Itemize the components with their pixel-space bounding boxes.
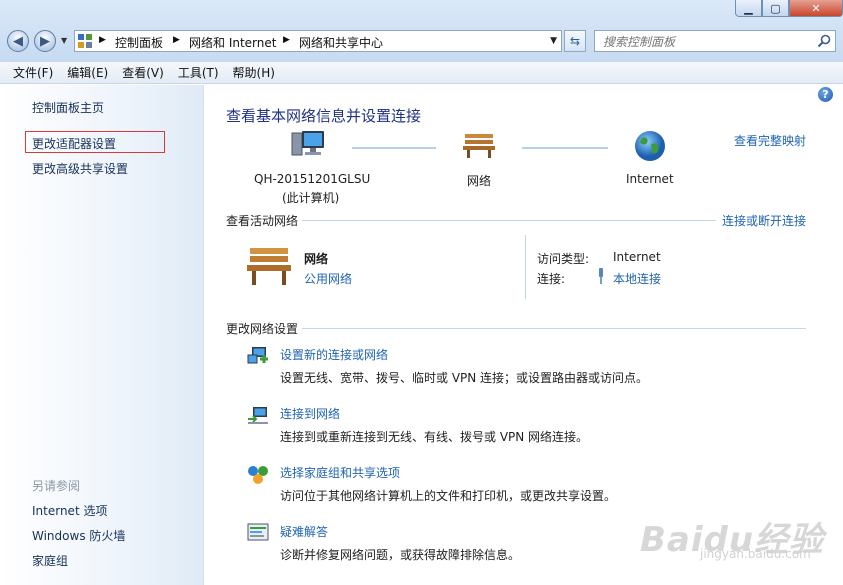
refresh-button[interactable]: ⇆ xyxy=(564,30,586,52)
back-button[interactable]: ◀ xyxy=(7,30,29,52)
vertical-divider xyxy=(525,235,526,299)
breadcrumb-separator[interactable]: ▶ xyxy=(99,35,106,45)
computer-sub-label: (此计算机) xyxy=(282,191,340,205)
task-homegroup-sharing[interactable]: 选择家庭组和共享选项 xyxy=(280,464,400,481)
breadcrumb-separator[interactable]: ▶ xyxy=(173,35,180,45)
search-box[interactable] xyxy=(594,30,836,53)
task-desc: 设置无线、宽带、拨号、临时或 VPN 连接；或设置路由器或访问点。 xyxy=(280,371,649,385)
change-settings-title: 更改网络设置 xyxy=(226,322,299,336)
homegroup-icon[interactable] xyxy=(246,463,270,485)
address-bar[interactable]: ▶ 控制面板 ▶ 网络和 Internet ▶ 网络和共享中心 ▼ xyxy=(74,30,562,52)
task-setup-new-connection[interactable]: 设置新的连接或网络 xyxy=(280,346,388,363)
active-network-name: 网络 xyxy=(304,252,329,266)
connection-line xyxy=(522,147,608,149)
local-connection-link[interactable]: 本地连接 xyxy=(613,270,661,287)
menu-help[interactable]: 帮助(H) xyxy=(226,64,282,81)
back-icon: ◀ xyxy=(13,33,23,49)
plug-icon xyxy=(599,268,603,284)
internet-label: Internet xyxy=(626,172,674,186)
breadcrumb-separator[interactable]: ▶ xyxy=(283,35,290,45)
new-connection-icon[interactable] xyxy=(246,345,270,367)
task-desc: 连接到或重新连接到无线、有线、拨号或 VPN 网络连接。 xyxy=(280,430,589,444)
sidebar-internet-options[interactable]: Internet 选项 xyxy=(32,502,107,519)
sidebar-change-advanced-sharing[interactable]: 更改高级共享设置 xyxy=(32,160,128,177)
connection-label: 连接: xyxy=(537,272,566,286)
forward-button[interactable]: ▶ xyxy=(34,30,56,52)
computer-icon[interactable] xyxy=(290,129,326,161)
view-full-map-link[interactable]: 查看完整映射 xyxy=(734,132,806,149)
address-dropdown-icon[interactable]: ▼ xyxy=(550,36,557,46)
connect-disconnect-link[interactable]: 连接或断开连接 xyxy=(722,212,806,229)
minimize-button[interactable]: ▁ xyxy=(735,0,762,17)
network-label: 网络 xyxy=(467,174,492,188)
sidebar: 控制面板主页 更改适配器设置 更改高级共享设置 另请参阅 Internet 选项… xyxy=(0,85,204,585)
refresh-icon: ⇆ xyxy=(569,34,581,48)
forward-icon: ▶ xyxy=(40,33,50,49)
help-icon[interactable]: ? xyxy=(818,87,833,102)
network-type-link[interactable]: 公用网络 xyxy=(304,270,352,287)
baidu-watermark-url: jingyan.baidu.com xyxy=(700,547,811,561)
menu-edit[interactable]: 编辑(E) xyxy=(60,64,115,81)
task-troubleshoot[interactable]: 疑难解答 xyxy=(280,523,328,540)
section-divider xyxy=(302,328,806,329)
main-content: ? 查看基本网络信息并设置连接 查看完整映射 QH-20151201GLSU (… xyxy=(204,85,843,585)
close-button[interactable]: ✕ xyxy=(789,0,843,17)
computer-name-label: QH-20151201GLSU xyxy=(254,172,371,186)
maximize-button[interactable]: ▢ xyxy=(762,0,789,17)
sidebar-see-also-heading: 另请参阅 xyxy=(32,479,81,493)
task-desc: 访问位于其他网络计算机上的文件和打印机，或更改共享设置。 xyxy=(280,489,617,503)
search-input[interactable] xyxy=(595,31,820,53)
connection-line xyxy=(352,147,436,149)
troubleshoot-icon[interactable] xyxy=(246,522,270,544)
window-caption-buttons: ▁ ▢ ✕ xyxy=(735,0,843,18)
access-type-label: 访问类型: xyxy=(537,252,590,266)
task-desc: 诊断并修复网络问题，或获得故障排除信息。 xyxy=(280,548,521,562)
access-type-value: Internet xyxy=(613,250,661,264)
control-panel-icon xyxy=(78,34,92,48)
active-networks-title: 查看活动网络 xyxy=(226,214,299,228)
menu-tools[interactable]: 工具(T) xyxy=(171,64,226,81)
sidebar-change-adapter-settings[interactable]: 更改适配器设置 xyxy=(32,135,116,152)
sidebar-control-panel-home[interactable]: 控制面板主页 xyxy=(32,99,104,116)
connect-network-icon[interactable] xyxy=(246,404,270,426)
page-title: 查看基本网络信息并设置连接 xyxy=(226,107,422,125)
network-bench-icon[interactable] xyxy=(246,245,292,287)
search-icon[interactable] xyxy=(817,34,831,48)
recent-pages-dropdown[interactable]: ▼ xyxy=(61,36,67,45)
section-divider xyxy=(302,220,716,221)
task-connect-to-network[interactable]: 连接到网络 xyxy=(280,405,340,422)
breadcrumb-control-panel[interactable]: 控制面板 xyxy=(115,34,163,51)
menu-bar: 文件(F) 编辑(E) 查看(V) 工具(T) 帮助(H) xyxy=(0,62,843,84)
sidebar-windows-firewall[interactable]: Windows 防火墙 xyxy=(32,527,125,544)
network-bench-icon[interactable] xyxy=(462,131,496,159)
breadcrumb-network-internet[interactable]: 网络和 Internet xyxy=(189,34,276,51)
sidebar-homegroup[interactable]: 家庭组 xyxy=(32,552,68,569)
globe-icon[interactable] xyxy=(633,129,667,163)
menu-view[interactable]: 查看(V) xyxy=(115,64,171,81)
menu-file[interactable]: 文件(F) xyxy=(6,64,60,81)
breadcrumb-network-sharing-center[interactable]: 网络和共享中心 xyxy=(299,34,383,51)
